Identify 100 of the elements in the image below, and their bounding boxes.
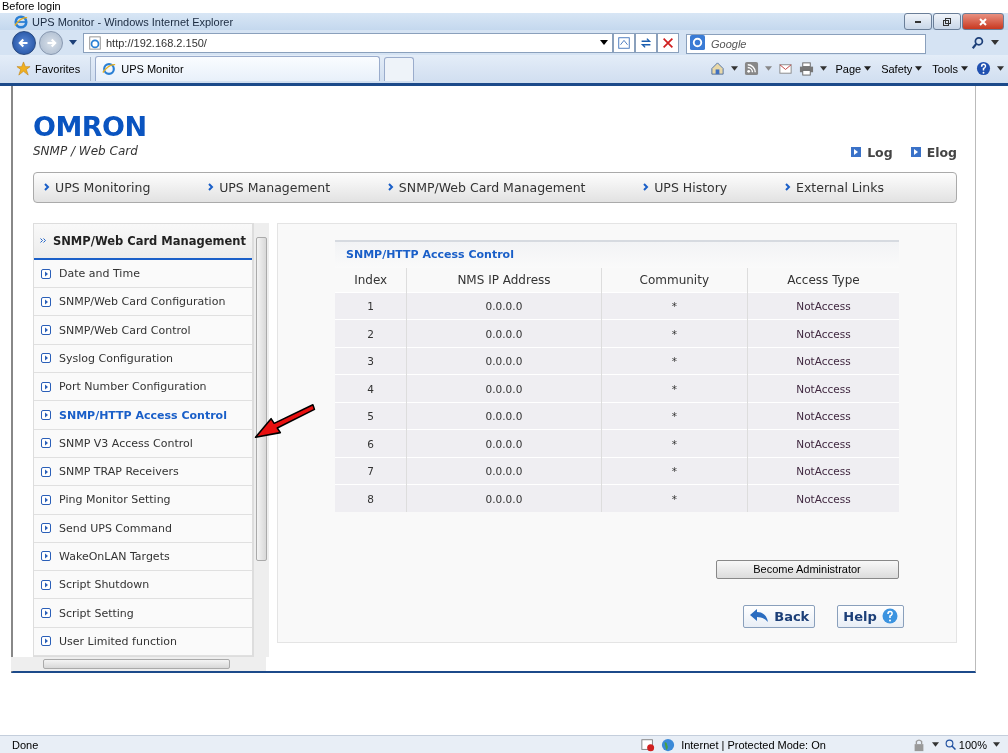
minimize-button[interactable]	[904, 13, 932, 30]
table-cell: NotAccess	[747, 484, 899, 512]
bullet-icon	[41, 579, 51, 590]
stop-button[interactable]	[657, 32, 679, 53]
nav-link[interactable]: External Links	[785, 179, 884, 195]
dropdown-icon[interactable]	[820, 66, 828, 72]
table-cell: 0.0.0.0	[406, 484, 602, 512]
dropdown-icon[interactable]	[931, 742, 939, 747]
bullet-icon	[41, 636, 51, 647]
table-cell: NotAccess	[747, 374, 899, 403]
vertical-scrollbar[interactable]	[253, 222, 269, 658]
nav-link[interactable]: SNMP/Web Card Management	[387, 179, 586, 195]
help-button[interactable]: Help	[837, 604, 904, 628]
refresh-icon	[639, 35, 653, 50]
browser-tab[interactable]: UPS Monitor	[95, 55, 381, 81]
bullet-icon	[41, 551, 51, 562]
table-cell: 0.0.0.0	[406, 347, 602, 375]
menu-button[interactable]: Page	[833, 62, 874, 75]
refresh-button[interactable]	[635, 32, 657, 53]
page-icon	[617, 35, 631, 50]
dropdown-icon	[961, 66, 968, 72]
table-cell: *	[601, 374, 748, 403]
table-cell: 0.0.0.0	[406, 374, 602, 403]
table-cell: 0.0.0.0	[406, 292, 602, 320]
search-icon[interactable]	[971, 35, 985, 50]
table-cell: *	[601, 402, 748, 430]
table-cell: NotAccess	[747, 429, 899, 458]
zoom-button[interactable]: 100%	[944, 738, 987, 751]
bullet-icon	[41, 268, 51, 279]
favorites-button[interactable]: Favorites	[14, 56, 92, 81]
table-cell: *	[601, 319, 748, 348]
address-field[interactable]: http://192.168.2.150/	[83, 32, 613, 53]
back-button[interactable]	[12, 30, 36, 55]
minimize-icon	[915, 20, 921, 23]
logo: OMRON	[33, 111, 147, 142]
magnifier-icon	[944, 738, 957, 751]
dropdown-icon[interactable]	[731, 66, 739, 72]
dropdown-icon[interactable]	[600, 40, 608, 46]
caption: Before login	[1, 0, 61, 13]
dropdown-icon	[864, 66, 872, 72]
table-cell: 4	[335, 374, 407, 403]
nav-link[interactable]: UPS Monitoring	[44, 179, 151, 195]
column-header: Index	[335, 267, 407, 293]
printer-icon[interactable]	[799, 61, 815, 77]
table-cell: 0.0.0.0	[406, 402, 602, 430]
header-link[interactable]: Log	[851, 144, 893, 160]
dropdown-icon[interactable]	[997, 66, 1004, 72]
close-button[interactable]	[962, 13, 1004, 30]
become-administrator-button[interactable]: Become Administrator	[715, 559, 899, 579]
bullet-icon	[41, 410, 51, 420]
table-cell: *	[601, 429, 748, 458]
nav-link[interactable]: UPS Management	[208, 179, 331, 195]
mail-icon[interactable]	[778, 61, 794, 77]
dropdown-icon[interactable]	[993, 742, 1000, 747]
zone-text: Internet | Protected Mode: On	[681, 738, 826, 751]
dropdown-icon	[915, 66, 923, 72]
restore-button[interactable]	[933, 13, 961, 30]
double-chevron-icon	[40, 236, 47, 246]
table-cell: *	[601, 292, 748, 320]
bullet-icon	[41, 325, 51, 336]
table-cell: 0.0.0.0	[406, 319, 602, 348]
search-field[interactable]: Google	[686, 33, 926, 54]
dropdown-icon[interactable]	[69, 40, 77, 46]
chevron-icon	[208, 183, 215, 192]
table-cell: 0.0.0.0	[406, 457, 602, 485]
table-cell: *	[601, 347, 748, 375]
restore-icon	[942, 16, 952, 27]
help-icon[interactable]	[976, 61, 991, 77]
bullet-icon	[41, 438, 51, 449]
feed-icon[interactable]	[744, 61, 760, 77]
globe-icon	[661, 737, 676, 752]
table-cell: 3	[335, 347, 407, 375]
bullet-icon	[41, 466, 51, 477]
chevron-icon	[643, 183, 650, 192]
chevron-icon	[387, 183, 394, 192]
menu-button[interactable]: Tools	[930, 62, 970, 75]
dropdown-icon[interactable]	[991, 40, 999, 46]
table-cell: NotAccess	[747, 457, 899, 485]
bullet-icon	[851, 147, 862, 158]
bullet-icon	[41, 353, 51, 364]
home-icon[interactable]	[710, 61, 726, 77]
nav-link[interactable]: UPS History	[643, 179, 728, 195]
table-cell: 5	[335, 402, 407, 430]
table-cell: NotAccess	[747, 347, 899, 375]
bullet-icon	[41, 523, 51, 534]
table-cell: NotAccess	[747, 292, 899, 320]
bullet-icon	[41, 381, 51, 392]
menu-button[interactable]: Safety	[879, 62, 925, 75]
back-button[interactable]: Back	[743, 604, 816, 628]
stop-icon	[661, 35, 675, 50]
header-link[interactable]: Elog	[910, 144, 957, 160]
compatibility-button[interactable]	[613, 32, 635, 53]
horizontal-scrollbar[interactable]	[11, 657, 266, 672]
bullet-icon	[41, 608, 51, 619]
bullet-icon	[41, 494, 51, 505]
table-cell: 8	[335, 484, 407, 512]
sidebar-title: SNMP/Web Card Management	[52, 233, 246, 248]
browser-icon	[14, 14, 28, 29]
table-cell: *	[601, 484, 748, 512]
chevron-icon	[785, 183, 791, 192]
